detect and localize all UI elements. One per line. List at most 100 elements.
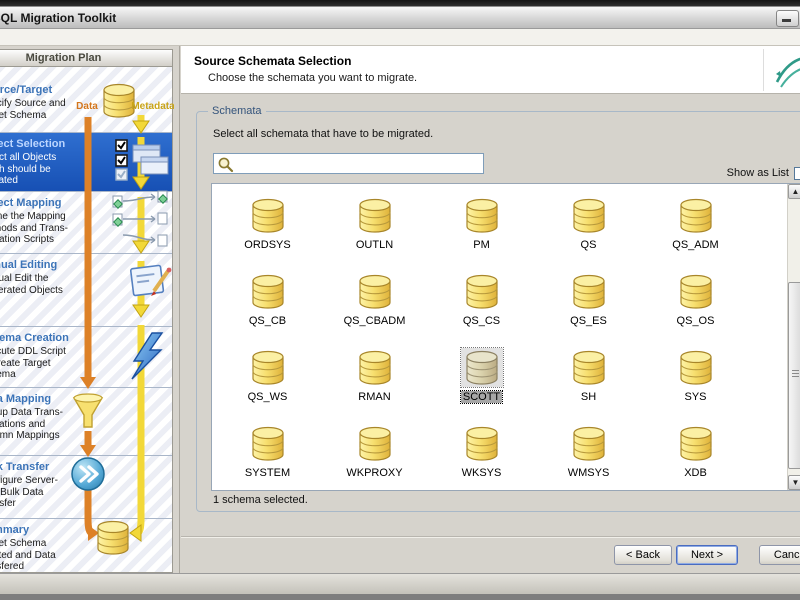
page-subtitle: Choose the schemata you want to migrate. — [208, 72, 418, 84]
database-icon — [568, 424, 610, 463]
database-icon — [459, 347, 504, 388]
schema-name: ORDSYS — [244, 239, 291, 251]
step-description: Target Schema created and Data transfere… — [0, 538, 56, 572]
step-title: Bulk Transfer — [0, 461, 50, 473]
show-as-list-checkbox[interactable] — [794, 167, 800, 180]
schema-item[interactable]: QS — [535, 196, 642, 272]
migration-step[interactable]: Object Selection Select all Objects whic… — [0, 133, 172, 192]
schema-item[interactable]: QS_OS — [642, 272, 749, 348]
schema-name: WKSYS — [461, 467, 502, 479]
step-description: Execute DDL Script to Create Target Sche… — [0, 346, 66, 380]
database-icon — [461, 272, 503, 311]
schema-search-box[interactable] — [213, 153, 484, 174]
step-title: Schema Creation — [0, 332, 69, 344]
step-title: Manual Editing — [0, 259, 58, 271]
schema-item[interactable]: QS_ES — [535, 272, 642, 348]
step-title: Object Mapping — [0, 197, 62, 209]
step-description: Define the Mapping Methods and Trans- fo… — [0, 211, 68, 245]
scroll-up-button[interactable]: ▲ — [788, 184, 800, 199]
migration-plan-sidebar: Source/Target Specify Source and Target … — [0, 67, 174, 573]
database-icon — [247, 424, 289, 463]
schema-item[interactable]: QS_CS — [428, 272, 535, 348]
schema-item[interactable]: XDB — [642, 424, 749, 490]
schema-filter-input[interactable] — [236, 155, 480, 172]
menu-bar — [0, 29, 800, 46]
migration-plan-header: Migration Plan — [0, 49, 173, 67]
step-description: Specify Source and Target Schema — [0, 98, 66, 121]
schema-item[interactable]: WMSYS — [535, 424, 642, 490]
header-separator — [763, 49, 764, 91]
app-window: MySQL Migration Toolkit Migration Plan S… — [0, 6, 800, 594]
schema-name: QS_CS — [462, 315, 501, 327]
migration-step[interactable]: Object Mapping Define the Mapping Method… — [0, 192, 172, 254]
schema-name: QS_WS — [247, 391, 288, 403]
schema-item[interactable]: QS_WS — [214, 348, 321, 424]
schema-name: WMSYS — [567, 467, 610, 479]
database-icon — [568, 348, 610, 387]
back-button[interactable]: < Back — [614, 545, 672, 565]
schema-name: RMAN — [358, 391, 391, 403]
database-icon — [461, 424, 503, 463]
selection-status: 1 schema selected. — [213, 494, 308, 506]
wizard-step-header: Source Schemata Selection Choose the sch… — [181, 46, 800, 94]
schema-name: QS_ADM — [672, 239, 719, 251]
schema-item[interactable]: SH — [535, 348, 642, 424]
schema-item[interactable]: PM — [428, 196, 535, 272]
schema-item[interactable]: QS_ADM — [642, 196, 749, 272]
menu-item[interactable] — [6, 36, 24, 39]
database-icon — [568, 272, 610, 311]
database-icon — [568, 196, 610, 235]
schema-item[interactable]: SYSTEM — [214, 424, 321, 490]
schema-name: SYS — [684, 391, 707, 403]
cancel-button[interactable]: Cancel — [759, 545, 800, 565]
step-title: Data Mapping — [0, 393, 52, 405]
schemata-list: ORDSYS OUTLN PM QS QS_ADM QS_CB QS_CBADM… — [212, 184, 786, 490]
schema-item[interactable]: QS_CB — [214, 272, 321, 348]
database-icon — [354, 196, 396, 235]
migration-step[interactable]: Source/Target Specify Source and Target … — [0, 67, 172, 133]
database-icon — [247, 196, 289, 235]
database-icon — [461, 196, 503, 235]
migration-step[interactable]: Bulk Transfer Configure Server- side Bul… — [0, 456, 172, 519]
schema-name: SYSTEM — [244, 467, 291, 479]
migration-step[interactable]: Summary Target Schema created and Data t… — [0, 519, 172, 573]
schema-name: QS_CB — [248, 315, 287, 327]
wand-icon — [775, 57, 800, 88]
schema-item[interactable]: ORDSYS — [214, 196, 321, 272]
migration-step[interactable]: Manual Editing Manual Edit the Generated… — [0, 254, 172, 327]
schema-item[interactable]: SCOTT — [428, 347, 535, 424]
step-description: Select all Objects which should be migra… — [0, 152, 57, 186]
schema-item[interactable]: WKPROXY — [321, 424, 428, 490]
migration-step[interactable]: Schema Creation Execute DDL Script to Cr… — [0, 327, 172, 388]
database-icon — [675, 424, 717, 463]
step-title: Source/Target — [0, 84, 53, 96]
schema-item[interactable]: SYS — [642, 348, 749, 424]
schema-item[interactable]: RMAN — [321, 348, 428, 424]
schema-name: WKPROXY — [346, 467, 403, 479]
schema-name: QS_CBADM — [343, 315, 406, 327]
magnifier-icon — [218, 157, 234, 173]
schema-item[interactable]: WKSYS — [428, 424, 535, 490]
schema-item[interactable]: OUTLN — [321, 196, 428, 272]
minimize-button[interactable] — [776, 10, 799, 27]
scrollbar-thumb[interactable] — [788, 282, 800, 469]
step-title: Summary — [0, 524, 30, 536]
step-description: Configure Server- side Bulk Data Transfe… — [0, 475, 58, 509]
database-icon — [354, 348, 396, 387]
schemata-grid: ORDSYS OUTLN PM QS QS_ADM QS_CB QS_CBADM… — [211, 183, 800, 491]
grid-scrollbar[interactable]: ▲ ▼ — [787, 184, 800, 490]
footer-separator — [181, 536, 800, 538]
page-title: Source Schemata Selection — [194, 54, 352, 68]
title-bar[interactable]: MySQL Migration Toolkit — [0, 7, 800, 29]
schemata-instruction: Select all schemata that have to be migr… — [213, 128, 434, 140]
schemata-groupbox-label: Schemata — [208, 105, 266, 117]
show-as-list-label: Show as List — [726, 167, 789, 179]
next-button[interactable]: Next > — [676, 545, 738, 565]
schema-name: SH — [580, 391, 597, 403]
step-title: Object Selection — [0, 138, 66, 150]
database-icon — [675, 272, 717, 311]
schema-item[interactable]: QS_CBADM — [321, 272, 428, 348]
scroll-down-button[interactable]: ▼ — [788, 475, 800, 490]
database-icon — [354, 424, 396, 463]
migration-step[interactable]: Data Mapping Set up Data Trans- formatio… — [0, 388, 172, 456]
